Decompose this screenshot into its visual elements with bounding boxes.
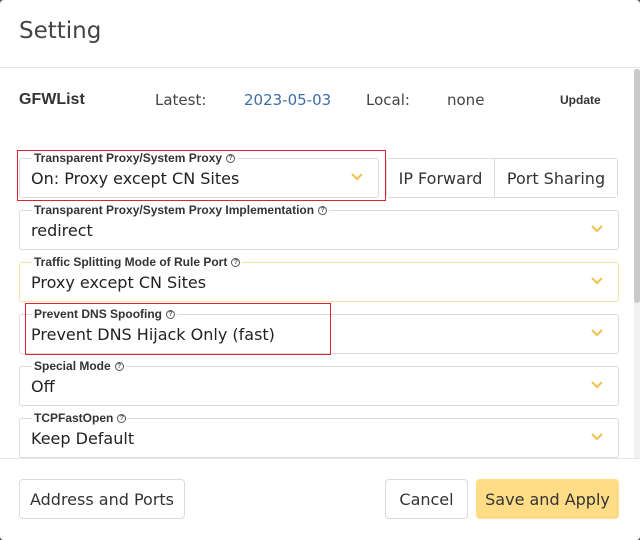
cancel-button[interactable]: Cancel xyxy=(385,479,468,519)
chevron-down-icon xyxy=(591,381,603,389)
dns-spoofing-label: Prevent DNS Spoofing xyxy=(34,307,163,321)
special-mode-label: Special Mode xyxy=(34,359,111,373)
help-icon[interactable]: ? xyxy=(114,361,124,371)
dns-spoofing-value: Prevent DNS Hijack Only (fast) xyxy=(31,325,275,344)
proxy-implementation-select[interactable]: Transparent Proxy/System Proxy Implement… xyxy=(19,203,619,250)
dns-spoofing-select[interactable]: Prevent DNS Spoofing ? Prevent DNS Hijac… xyxy=(19,307,619,354)
chevron-down-icon xyxy=(591,329,603,337)
dns-spoofing-label-wrap: Prevent DNS Spoofing ? xyxy=(32,307,178,321)
help-icon[interactable]: ? xyxy=(318,205,328,215)
help-icon[interactable]: ? xyxy=(231,257,241,267)
address-and-ports-button[interactable]: Address and Ports xyxy=(19,479,185,519)
ip-forward-button[interactable]: IP Forward xyxy=(387,159,495,197)
proxy-implementation-label-wrap: Transparent Proxy/System Proxy Implement… xyxy=(32,203,330,217)
gfwlist-update-button[interactable]: Update xyxy=(560,93,601,107)
settings-dialog: Setting GFWList Latest: 2023-05-03 Local… xyxy=(0,0,640,540)
proxy-options-group: IP Forward Port Sharing xyxy=(386,158,618,198)
chevron-down-icon xyxy=(351,173,363,181)
special-mode-label-wrap: Special Mode ? xyxy=(32,359,126,373)
tcp-fast-open-label: TCPFastOpen xyxy=(34,411,114,425)
gfwlist-latest-version[interactable]: 2023-05-03 xyxy=(244,91,331,109)
proxy-mode-label-wrap: Transparent Proxy/System Proxy ? xyxy=(32,151,238,165)
dialog-body: GFWList Latest: 2023-05-03 Local: none U… xyxy=(0,69,640,458)
proxy-implementation-value: redirect xyxy=(31,221,93,240)
chevron-down-icon xyxy=(591,433,603,441)
tcp-fast-open-value: Keep Default xyxy=(31,429,135,448)
proxy-implementation-label: Transparent Proxy/System Proxy Implement… xyxy=(34,203,315,217)
gfwlist-row: GFWList Latest: 2023-05-03 Local: none U… xyxy=(0,69,632,129)
dialog-footer: Address and Ports Cancel Save and Apply xyxy=(0,458,640,540)
help-icon[interactable]: ? xyxy=(226,153,236,163)
proxy-mode-value: On: Proxy except CN Sites xyxy=(31,169,240,188)
special-mode-select[interactable]: Special Mode ? Off xyxy=(19,359,619,406)
traffic-splitting-select[interactable]: Traffic Splitting Mode of Rule Port ? Pr… xyxy=(19,255,619,302)
chevron-down-icon xyxy=(591,225,603,233)
save-and-apply-button[interactable]: Save and Apply xyxy=(476,479,619,519)
traffic-splitting-label-wrap: Traffic Splitting Mode of Rule Port ? xyxy=(32,255,243,269)
tcp-fast-open-label-wrap: TCPFastOpen ? xyxy=(32,411,129,425)
chevron-down-icon xyxy=(591,277,603,285)
scrollbar-thumb[interactable] xyxy=(634,69,640,303)
gfwlist-title: GFWList xyxy=(19,91,85,108)
traffic-splitting-label: Traffic Splitting Mode of Rule Port xyxy=(34,255,228,269)
special-mode-value: Off xyxy=(31,377,55,396)
proxy-mode-label: Transparent Proxy/System Proxy xyxy=(34,151,223,165)
gfwlist-local-version: none xyxy=(447,91,485,109)
dialog-header: Setting xyxy=(0,0,640,68)
help-icon[interactable]: ? xyxy=(166,309,176,319)
vertical-scrollbar[interactable] xyxy=(634,69,640,458)
dialog-title: Setting xyxy=(19,18,102,44)
port-sharing-button[interactable]: Port Sharing xyxy=(495,159,617,197)
traffic-splitting-value: Proxy except CN Sites xyxy=(31,273,207,292)
tcp-fast-open-select[interactable]: TCPFastOpen ? Keep Default xyxy=(19,411,619,458)
gfwlist-local-label: Local: xyxy=(366,91,410,109)
proxy-mode-select[interactable]: Transparent Proxy/System Proxy ? On: Pro… xyxy=(19,151,379,198)
help-icon[interactable]: ? xyxy=(117,413,127,423)
gfwlist-latest-label: Latest: xyxy=(155,91,207,109)
